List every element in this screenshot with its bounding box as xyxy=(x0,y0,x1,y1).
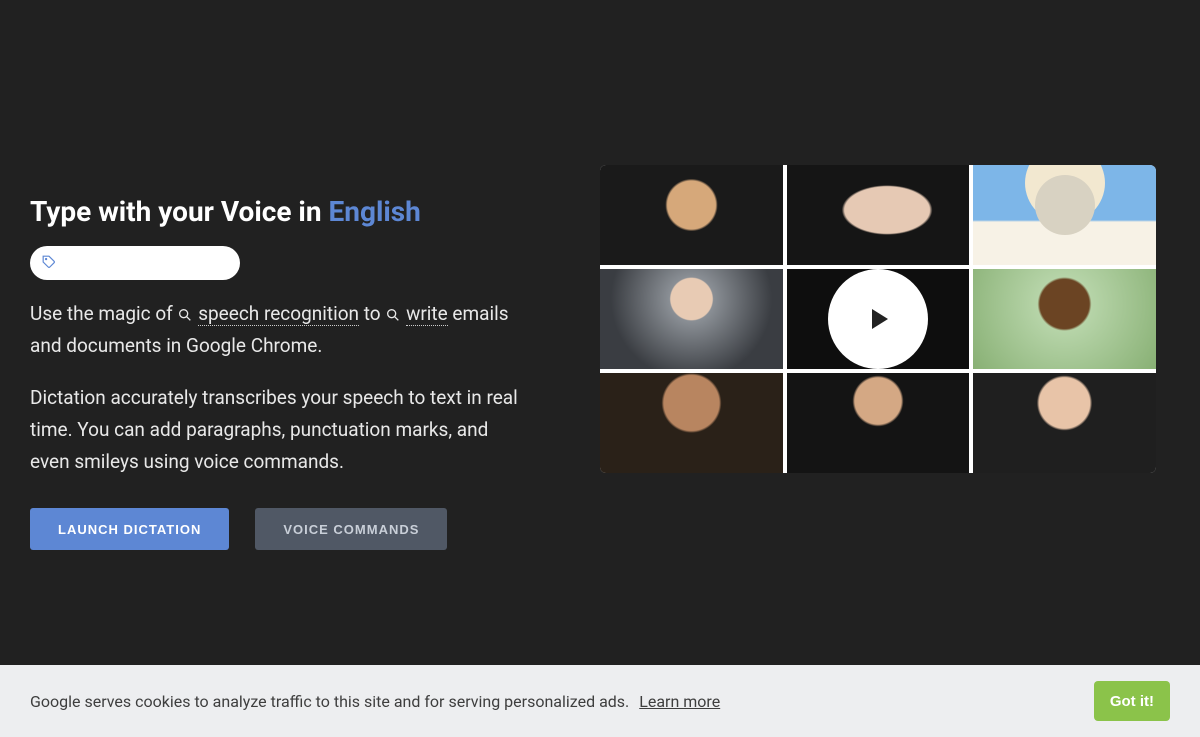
face-tile xyxy=(787,373,970,473)
launch-dictation-button[interactable]: LAUNCH DICTATION xyxy=(30,508,229,550)
face-tile xyxy=(600,165,783,265)
body-paragraph2: Dictation accurately transcribes your sp… xyxy=(30,386,518,473)
play-button[interactable] xyxy=(828,269,928,369)
face-tile xyxy=(973,269,1156,369)
body-part2: to xyxy=(364,302,386,325)
headline-language: English xyxy=(329,195,421,228)
speech-recognition-link[interactable]: speech recognition xyxy=(198,302,359,326)
hero-description: Use the magic of speech recognition to w… xyxy=(30,298,520,478)
face-tile xyxy=(600,373,783,473)
hero-section: Type with your Voice in English Use the … xyxy=(0,0,1200,550)
body-part1: Use the magic of xyxy=(30,302,177,325)
face-tile xyxy=(600,269,783,369)
hero-right-column xyxy=(600,165,1170,473)
hero-left-column: Type with your Voice in English Use the … xyxy=(30,165,560,550)
cookie-learn-more-link[interactable]: Learn more xyxy=(639,692,720,711)
headline-prefix: Type with your Voice in xyxy=(30,195,329,228)
voice-commands-button[interactable]: VOICE COMMANDS xyxy=(255,508,447,550)
cookie-message-wrap: Google serves cookies to analyze traffic… xyxy=(30,692,720,711)
hero-buttons: LAUNCH DICTATION VOICE COMMANDS xyxy=(30,508,560,550)
language-selector-pill[interactable] xyxy=(30,246,240,280)
page-headline: Type with your Voice in English xyxy=(30,195,560,228)
face-tile xyxy=(973,373,1156,473)
face-tile xyxy=(973,165,1156,265)
video-thumbnail-grid[interactable] xyxy=(600,165,1156,473)
cookie-consent-bar: Google serves cookies to analyze traffic… xyxy=(0,665,1200,737)
tag-icon xyxy=(42,254,56,273)
face-tile xyxy=(787,165,970,265)
cookie-accept-button[interactable]: Got it! xyxy=(1094,681,1170,721)
magnifier-icon xyxy=(385,307,401,323)
magnifier-icon xyxy=(177,307,193,323)
write-link[interactable]: write xyxy=(406,302,448,326)
cookie-message: Google serves cookies to analyze traffic… xyxy=(30,692,629,711)
